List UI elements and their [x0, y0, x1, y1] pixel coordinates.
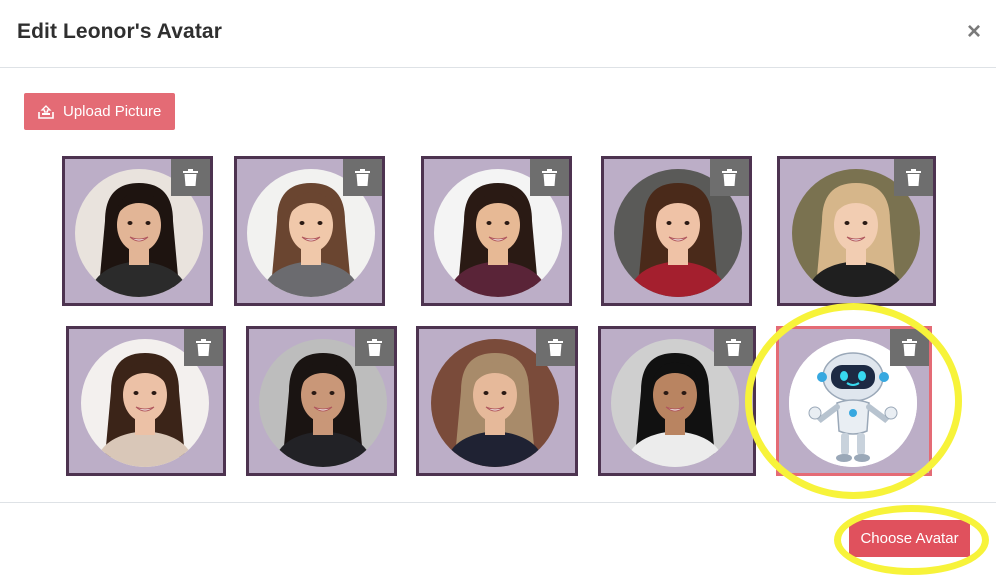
avatar-tile[interactable]	[234, 156, 385, 306]
avatar-tile[interactable]	[66, 326, 226, 476]
choose-avatar-button[interactable]: Choose Avatar	[849, 520, 970, 557]
trash-icon[interactable]	[710, 159, 749, 196]
trash-icon[interactable]	[890, 329, 929, 366]
avatar-tile[interactable]	[777, 156, 936, 306]
avatar-tile[interactable]	[246, 326, 397, 476]
trash-icon[interactable]	[343, 159, 382, 196]
dialog-header: Edit Leonor's Avatar ×	[0, 0, 996, 68]
trash-icon[interactable]	[536, 329, 575, 366]
upload-icon	[38, 104, 54, 119]
avatar-tile[interactable]	[62, 156, 213, 306]
avatar-tile[interactable]	[601, 156, 752, 306]
upload-picture-button[interactable]: Upload Picture	[24, 93, 175, 130]
trash-icon[interactable]	[894, 159, 933, 196]
upload-picture-label: Upload Picture	[63, 103, 162, 120]
trash-icon[interactable]	[714, 329, 753, 366]
avatar-tile[interactable]	[416, 326, 578, 476]
trash-icon[interactable]	[530, 159, 569, 196]
close-button[interactable]: ×	[961, 18, 987, 46]
avatar-tile-selected[interactable]	[776, 326, 932, 476]
trash-icon[interactable]	[184, 329, 223, 366]
dialog-footer	[0, 502, 996, 582]
avatar-tile[interactable]	[598, 326, 756, 476]
trash-icon[interactable]	[171, 159, 210, 196]
trash-icon[interactable]	[355, 329, 394, 366]
avatar-tile[interactable]	[421, 156, 572, 306]
edit-avatar-dialog: Edit Leonor's Avatar × Upload Picture Ch…	[0, 0, 996, 582]
dialog-title: Edit Leonor's Avatar	[17, 20, 222, 43]
